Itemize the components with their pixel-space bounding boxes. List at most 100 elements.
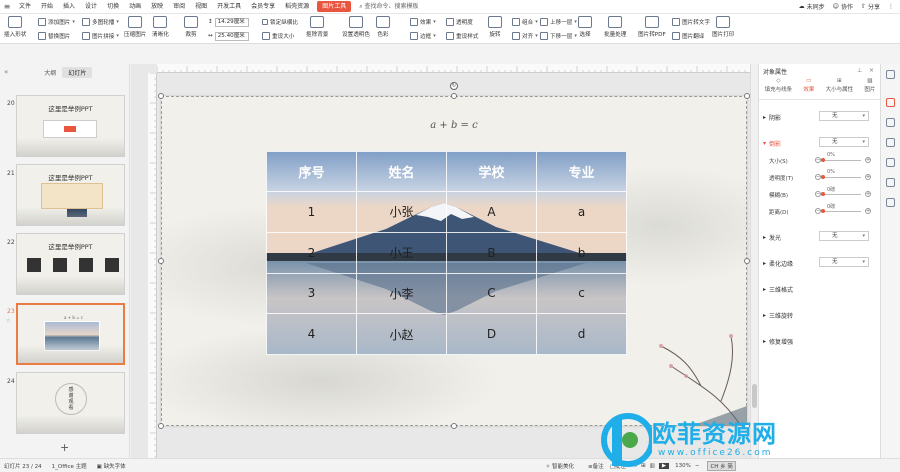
tab-fill-line[interactable]: ◇ 填充与线条: [765, 78, 793, 99]
resize-handle-s[interactable]: [451, 423, 457, 429]
tab-slides[interactable]: 幻灯片: [62, 66, 93, 78]
increase-button[interactable]: +: [865, 157, 871, 163]
vertical-scrollbar[interactable]: [750, 64, 758, 458]
width-field[interactable]: ↔ 25.40厘米: [208, 31, 249, 41]
bring-forward-button[interactable]: 上移一层 ▾: [540, 17, 577, 27]
resize-handle-w[interactable]: [158, 258, 164, 264]
more-icon[interactable]: ⋮: [888, 2, 894, 11]
select-button[interactable]: 选择: [578, 16, 592, 38]
transparency-button[interactable]: 透明度: [446, 17, 473, 27]
height-field[interactable]: ↕ 14.29厘米: [208, 17, 249, 27]
table-cell[interactable]: 1: [266, 191, 357, 233]
text-icon[interactable]: [886, 158, 895, 167]
table-header[interactable]: 姓名: [356, 151, 447, 192]
slide-thumbnail-21[interactable]: 这里是举例PPT: [16, 164, 125, 226]
translate-button[interactable]: 图片翻译: [672, 31, 704, 41]
slider-knob[interactable]: [821, 175, 825, 179]
replace-pic-button[interactable]: 替换图片: [38, 31, 70, 41]
width-input[interactable]: 25.40厘米: [214, 31, 249, 41]
increase-button[interactable]: +: [865, 208, 871, 214]
shadow-section[interactable]: ▸ 阴影: [763, 113, 781, 122]
slide-thumbnail-20[interactable]: 这里是举例PPT: [16, 95, 125, 157]
transform-icon[interactable]: [886, 178, 895, 187]
table-cell[interactable]: B: [446, 231, 537, 274]
menu-member[interactable]: 会员专享: [246, 0, 280, 14]
table-cell[interactable]: D: [446, 313, 537, 355]
add-slide-button[interactable]: +: [60, 441, 69, 454]
menu-picture-tools[interactable]: 图片工具: [317, 1, 352, 12]
location-icon[interactable]: [886, 198, 895, 207]
menu-file[interactable]: 文件: [14, 0, 36, 14]
close-icon[interactable]: ×: [869, 67, 874, 74]
glow-select[interactable]: 无: [819, 231, 869, 241]
add-picture-button[interactable]: 添加图片 ▾: [38, 17, 75, 27]
menu-home[interactable]: 开始: [36, 0, 58, 14]
menu-docer[interactable]: 稻壳资源: [280, 0, 314, 14]
slide-thumbnail-22[interactable]: 这里是举例PPT: [16, 233, 125, 295]
search-box[interactable]: ⌕ 查找命令、搜索模板: [354, 0, 423, 14]
group-button[interactable]: 组合 ▾: [512, 17, 538, 27]
resize-handle-sw[interactable]: [158, 423, 164, 429]
to-text-button[interactable]: 图片转文字: [672, 17, 710, 27]
menu-developer[interactable]: 开发工具: [212, 0, 246, 14]
menu-view[interactable]: 视图: [190, 0, 212, 14]
increase-button[interactable]: +: [865, 191, 871, 197]
table-cell[interactable]: 小赵: [356, 313, 447, 355]
slide-thumbnail-24[interactable]: 感谢观看: [16, 372, 125, 434]
to-pdf-button[interactable]: 图片转PDF: [638, 16, 666, 38]
table-cell[interactable]: 2: [266, 231, 357, 274]
table-header[interactable]: 学校: [446, 151, 537, 192]
menu-animation[interactable]: 动画: [124, 0, 146, 14]
rotate-button[interactable]: 旋转: [488, 16, 502, 38]
table-cell[interactable]: a: [536, 191, 627, 233]
print-button[interactable]: 图片打印: [712, 16, 734, 38]
insert-shape-button[interactable]: 插入形状: [4, 16, 26, 38]
send-backward-button[interactable]: 下移一层 ▾: [540, 31, 577, 41]
shape-style-icon[interactable]: [886, 118, 895, 127]
color-button[interactable]: 色彩: [376, 16, 390, 38]
formula-text[interactable]: a + b = c: [161, 120, 747, 131]
table-cell[interactable]: A: [446, 191, 537, 233]
scrollbar-thumb[interactable]: [752, 384, 757, 408]
menu-design[interactable]: 设计: [80, 0, 102, 14]
slide-thumbnail-23[interactable]: a + b = c: [16, 303, 125, 365]
three-d-rotation-section[interactable]: ▸ 三维旋转: [763, 311, 793, 320]
tab-effect[interactable]: ▭ 效果: [803, 78, 814, 99]
pin-icon[interactable]: ⊥: [857, 67, 862, 74]
menu-transition[interactable]: 切换: [102, 0, 124, 14]
menu-slideshow[interactable]: 放映: [146, 0, 168, 14]
menu-icon[interactable]: ≡: [0, 2, 14, 11]
collapse-panel-icon[interactable]: «: [0, 68, 12, 76]
data-table[interactable]: 序号 姓名 学校 专业 1 小张 A a 2 小王 B b 3 小李 C c 4…: [266, 151, 627, 355]
slider-knob[interactable]: [821, 158, 825, 162]
glow-section[interactable]: ▸ 发光: [763, 233, 781, 242]
sharpen-button[interactable]: 清晰化: [152, 16, 169, 38]
distance-slider[interactable]: [821, 209, 861, 213]
blur-slider[interactable]: [821, 192, 861, 196]
collab-button[interactable]: ☺ 协作: [833, 2, 853, 11]
crop-button[interactable]: 裁剪: [184, 16, 198, 38]
expand-icon[interactable]: [886, 70, 895, 79]
resize-handle-n[interactable]: [451, 93, 457, 99]
align-button[interactable]: 对齐 ▾: [512, 31, 538, 41]
properties-icon[interactable]: [886, 98, 895, 107]
transparency-slider[interactable]: [821, 175, 861, 179]
tab-size-props[interactable]: ⊞ 大小与属性: [826, 78, 854, 99]
missing-font-button[interactable]: ▣ 缺失字体: [97, 462, 126, 470]
soft-edge-section[interactable]: ▸ 柔化边缘: [763, 259, 793, 268]
table-cell[interactable]: c: [536, 272, 627, 315]
menu-insert[interactable]: 插入: [58, 0, 80, 14]
table-header[interactable]: 序号: [266, 151, 357, 192]
table-cell[interactable]: b: [536, 231, 627, 274]
reflection-section[interactable]: ▾ 倒影: [763, 139, 781, 148]
size-slider[interactable]: [821, 158, 861, 162]
remove-bg-button[interactable]: 抠除背景: [306, 16, 328, 38]
reflection-select[interactable]: 无: [819, 137, 869, 147]
soft-edge-select[interactable]: 无: [819, 257, 869, 267]
tab-outline[interactable]: 大纲: [38, 67, 62, 78]
lock-ratio-checkbox[interactable]: 锁定纵横比: [262, 17, 298, 27]
smart-beautify-button[interactable]: ✧ 智能美化: [546, 462, 574, 470]
slider-knob[interactable]: [821, 192, 825, 196]
table-cell[interactable]: 小张: [356, 191, 447, 233]
slide-canvas[interactable]: a + b = c 序号 姓名 学校 专业 1 小张 A a 2 小王 B b …: [161, 96, 747, 426]
